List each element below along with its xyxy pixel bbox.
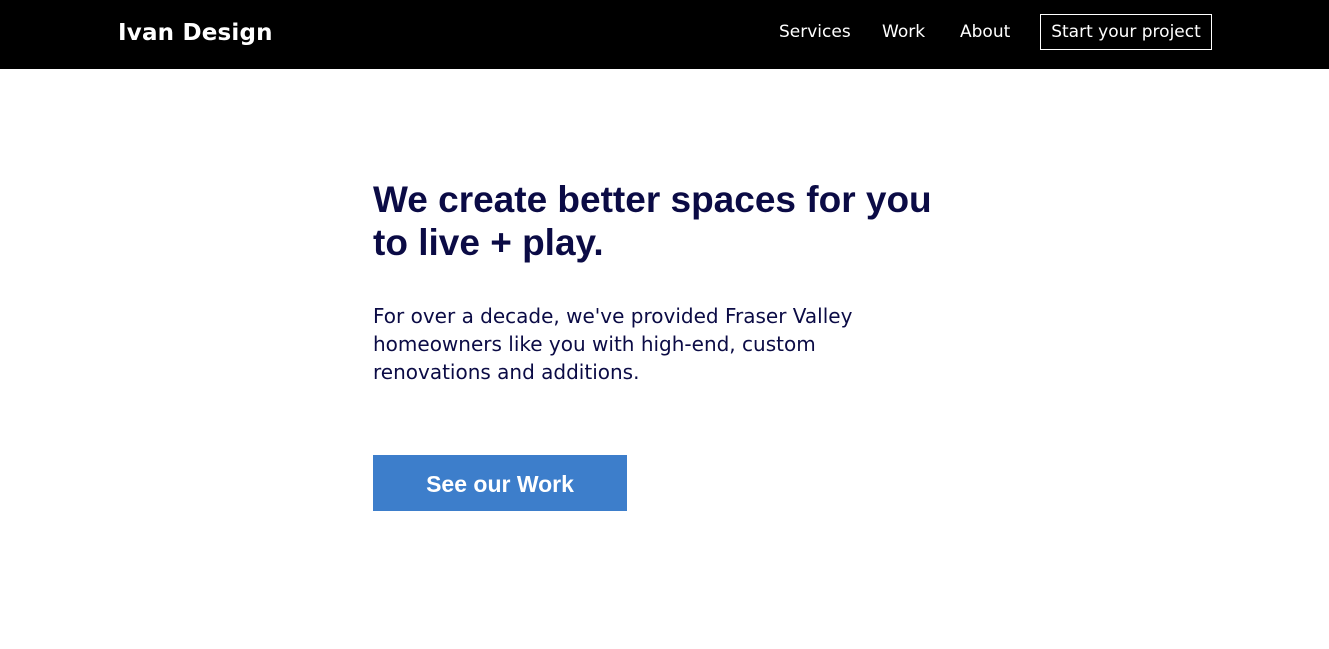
hero-section: We create better spaces for you to live …: [373, 178, 963, 511]
see-our-work-button[interactable]: See our Work: [373, 455, 627, 511]
start-project-button[interactable]: Start your project: [1040, 14, 1212, 50]
hero-description: For over a decade, we've provided Fraser…: [373, 304, 853, 384]
nav-link-services[interactable]: Services: [779, 14, 851, 50]
hero-title: We create better spaces for you to live …: [373, 179, 932, 263]
nav-link-work[interactable]: Work: [882, 14, 925, 50]
brand-logo[interactable]: Ivan Design: [118, 16, 273, 50]
nav-link-about[interactable]: About: [960, 14, 1010, 50]
site-header: Ivan Design Services Work About Start yo…: [0, 0, 1329, 69]
